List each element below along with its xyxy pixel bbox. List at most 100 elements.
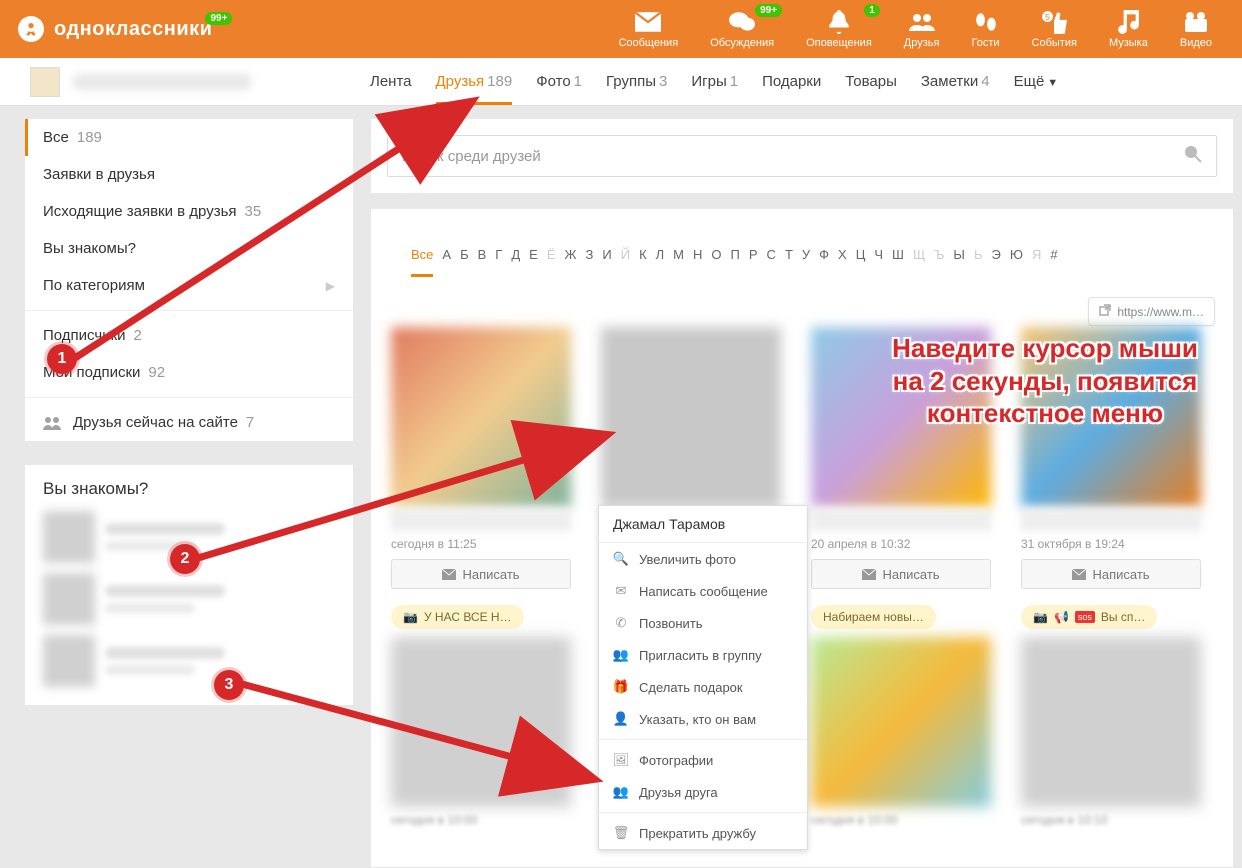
search-input[interactable]: Поиск среди друзей [387, 135, 1217, 177]
alpha-letter[interactable]: Ч [874, 247, 883, 277]
nav-label: Сообщения [618, 37, 678, 49]
tab-friends[interactable]: Друзья189 [436, 61, 513, 102]
annotation-badge-2: 2 [170, 544, 200, 574]
tab-feed[interactable]: Лента [370, 61, 412, 102]
side-know[interactable]: Вы знакомы? [25, 230, 353, 267]
alpha-letter[interactable]: Ш [892, 247, 904, 277]
ctx-zoom-photo[interactable]: 🔍Увеличить фото [599, 543, 807, 575]
ctx-unfriend[interactable]: 🗑Прекратить дружбу [599, 817, 807, 849]
friend-photo[interactable] [601, 327, 781, 507]
friend-photo[interactable] [391, 637, 571, 807]
alpha-letter[interactable]: З [586, 247, 594, 277]
side-online[interactable]: Друзья сейчас на сайте 7 [25, 404, 353, 441]
alpha-letter[interactable]: Ъ [934, 247, 944, 277]
nav-messages[interactable]: Сообщения [618, 10, 678, 49]
tab-photo[interactable]: Фото1 [536, 61, 582, 102]
alpha-letter[interactable]: К [639, 247, 647, 277]
ctx-call[interactable]: ✆Позвонить [599, 607, 807, 639]
chat-icon [729, 10, 755, 34]
alpha-letter[interactable]: Ю [1010, 247, 1023, 277]
alpha-letter[interactable]: А [442, 247, 451, 277]
search-icon[interactable] [1184, 145, 1202, 167]
write-label: Написать [1092, 567, 1149, 582]
tab-goods[interactable]: Товары [845, 61, 897, 102]
ctx-mutual-friends[interactable]: 👥Друзья друга [599, 776, 807, 808]
nav-label: Видео [1180, 37, 1212, 49]
mi-label: Вы знакомы? [43, 240, 136, 257]
sub-bar: Лента Друзья189 Фото1 Группы3 Игры1 Пода… [0, 58, 1242, 106]
mi-label: Все [43, 129, 69, 146]
alpha-letter[interactable]: И [602, 247, 611, 277]
alpha-letter[interactable]: Все [411, 247, 433, 277]
nav-guests[interactable]: Гости [971, 10, 999, 49]
logo[interactable]: одноклассники 99+ [0, 16, 212, 42]
alpha-letter[interactable]: Ь [974, 247, 983, 277]
status-pill[interactable]: 📷📢sosВы сп… [1021, 605, 1157, 629]
alpha-letter[interactable]: У [802, 247, 810, 277]
status-pill[interactable]: 📷У НАС ВСЕ Н… [391, 605, 524, 629]
ctx-label: Указать, кто он вам [639, 712, 756, 727]
write-button[interactable]: Написать [391, 559, 571, 589]
alpha-letter[interactable]: Я [1032, 247, 1041, 277]
search-placeholder: Поиск среди друзей [402, 148, 541, 165]
alpha-letter[interactable]: Ж [565, 247, 577, 277]
friend-photo[interactable] [811, 637, 991, 807]
alpha-letter[interactable]: Н [693, 247, 702, 277]
profile-mini[interactable] [30, 67, 370, 97]
nav-video[interactable]: Видео [1180, 10, 1212, 49]
status-pill[interactable]: Набираем новы… [811, 605, 936, 629]
alpha-letter[interactable]: Д [511, 247, 520, 277]
side-all[interactable]: Все 189 [25, 119, 353, 156]
tab-groups[interactable]: Группы3 [606, 61, 667, 102]
alpha-letter[interactable]: Г [495, 247, 502, 277]
nav-events[interactable]: 5 События [1032, 10, 1077, 49]
write-button[interactable]: Написать [811, 559, 991, 589]
alpha-letter[interactable]: Ф [819, 247, 829, 277]
alpha-letter[interactable]: Э [991, 247, 1000, 277]
ctx-relation[interactable]: 👤Указать, кто он вам [599, 703, 807, 735]
nav-friends[interactable]: Друзья [904, 10, 940, 49]
alpha-letter[interactable]: Л [656, 247, 665, 277]
annotation-text: Наведите курсор мыши на 2 секунды, появи… [875, 332, 1215, 430]
alpha-letter[interactable]: Й [621, 247, 630, 277]
alpha-letter[interactable]: Ё [547, 247, 556, 277]
friend-photo[interactable] [1021, 637, 1201, 807]
ctx-photos[interactable]: 🖼Фотографии [599, 744, 807, 776]
ctx-write-message[interactable]: ✉Написать сообщение [599, 575, 807, 607]
alpha-letter[interactable]: Ы [953, 247, 965, 277]
tab-games[interactable]: Игры1 [691, 61, 738, 102]
nav-music[interactable]: Музыка [1109, 10, 1148, 49]
side-subscribers[interactable]: Подписчики 2 [25, 317, 353, 354]
side-requests-in[interactable]: Заявки в друзья [25, 156, 353, 193]
suggestion-item[interactable] [43, 635, 335, 687]
write-button[interactable]: Написать [1021, 559, 1201, 589]
friend-card[interactable]: сегодня в 11:25 Написать 📷У НАС ВСЕ Н… с… [391, 327, 571, 827]
alpha-letter[interactable]: Р [749, 247, 758, 277]
tab-notes[interactable]: Заметки4 [921, 61, 990, 102]
friend-photo[interactable] [391, 327, 571, 507]
alpha-letter[interactable]: М [673, 247, 684, 277]
ctx-gift[interactable]: 🎁Сделать подарок [599, 671, 807, 703]
alpha-letter[interactable]: П [731, 247, 740, 277]
url-chip[interactable]: https://www.m… [1088, 297, 1215, 326]
nav-discussions[interactable]: 99+ Обсуждения [710, 10, 774, 49]
alpha-letter[interactable]: # [1050, 247, 1057, 277]
alpha-letter[interactable]: Х [838, 247, 847, 277]
alpha-letter[interactable]: Ц [856, 247, 866, 277]
alpha-letter[interactable]: Е [529, 247, 538, 277]
side-requests-out[interactable]: Исходящие заявки в друзья 35 [25, 193, 353, 230]
nav-notifications[interactable]: 1 Оповещения [806, 10, 872, 49]
alpha-letter[interactable]: С [767, 247, 776, 277]
tab-more[interactable]: Ещё▼ [1014, 61, 1059, 102]
alpha-letter[interactable]: Б [460, 247, 469, 277]
side-categories[interactable]: По категориям▶ [25, 267, 353, 304]
tab-gifts[interactable]: Подарки [762, 61, 821, 102]
context-menu-title: Джамал Тарамов [599, 506, 807, 543]
alpha-letter[interactable]: В [478, 247, 487, 277]
alpha-letter[interactable]: Щ [913, 247, 925, 277]
alpha-letter[interactable]: Т [785, 247, 793, 277]
mi-count: 7 [246, 414, 254, 431]
ctx-invite-group[interactable]: 👥Пригласить в группу [599, 639, 807, 671]
suggestion-item[interactable] [43, 573, 335, 625]
alpha-letter[interactable]: О [711, 247, 721, 277]
